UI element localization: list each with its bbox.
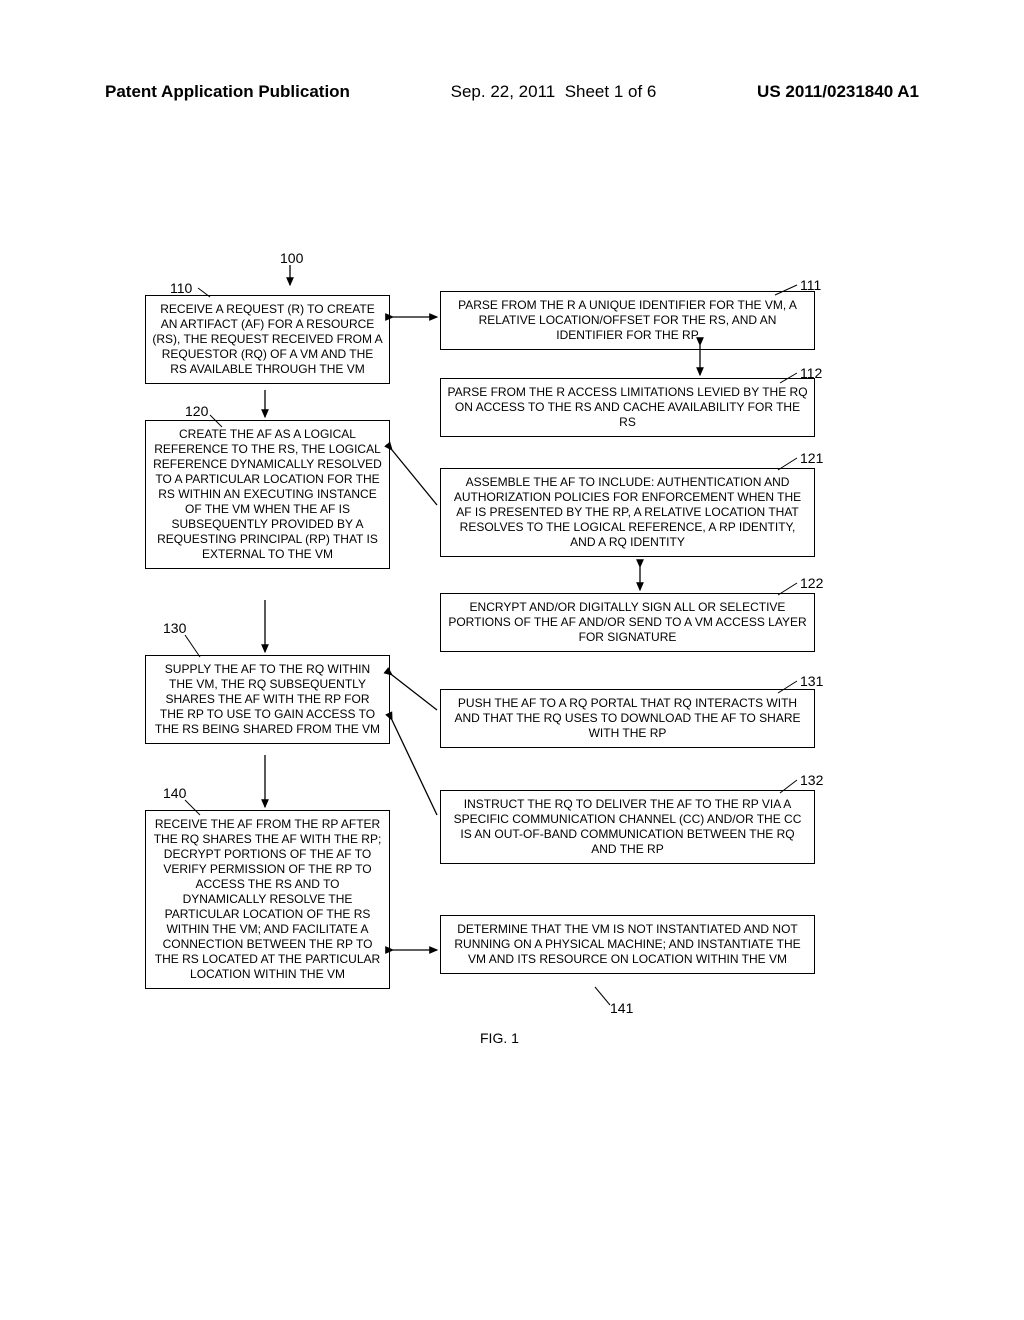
box-112: PARSE FROM THE R ACCESS LIMITATIONS LEVI… (440, 378, 815, 437)
label-130: 130 (163, 620, 186, 636)
label-121: 121 (800, 450, 823, 466)
box-130: SUPPLY THE AF TO THE RQ WITHIN THE VM, T… (145, 655, 390, 744)
box-132: INSTRUCT THE RQ TO DELIVER THE AF TO THE… (440, 790, 815, 864)
label-132: 132 (800, 772, 823, 788)
label-131: 131 (800, 673, 823, 689)
box-121: ASSEMBLE THE AF TO INCLUDE: AUTHENTICATI… (440, 468, 815, 557)
box-122: ENCRYPT AND/OR DIGITALLY SIGN ALL OR SEL… (440, 593, 815, 652)
label-110: 110 (170, 280, 192, 296)
label-122: 122 (800, 575, 823, 591)
publication-number: US 2011/0231840 A1 (757, 82, 919, 102)
flowchart-figure: 100 110 111 112 120 121 122 130 131 132 … (0, 255, 1024, 1195)
box-110: RECEIVE A REQUEST (R) TO CREATE AN ARTIF… (145, 295, 390, 384)
box-141: DETERMINE THAT THE VM IS NOT INSTANTIATE… (440, 915, 815, 974)
label-141: 141 (610, 1000, 633, 1016)
box-131: PUSH THE AF TO A RQ PORTAL THAT RQ INTER… (440, 689, 815, 748)
box-120: CREATE THE AF AS A LOGICAL REFERENCE TO … (145, 420, 390, 569)
page-header: Patent Application Publication Sep. 22, … (0, 82, 1024, 102)
sheet-number: Sheet 1 of 6 (565, 82, 657, 101)
publication-type: Patent Application Publication (105, 82, 350, 102)
label-100: 100 (280, 250, 303, 266)
label-120: 120 (185, 403, 208, 419)
publication-date: Sep. 22, 2011 (451, 82, 556, 101)
figure-caption: FIG. 1 (480, 1030, 519, 1046)
label-140: 140 (163, 785, 186, 801)
box-111: PARSE FROM THE R A UNIQUE IDENTIFIER FOR… (440, 291, 815, 350)
box-140: RECEIVE THE AF FROM THE RP AFTER THE RQ … (145, 810, 390, 989)
publication-date-sheet: Sep. 22, 2011 Sheet 1 of 6 (451, 82, 657, 102)
